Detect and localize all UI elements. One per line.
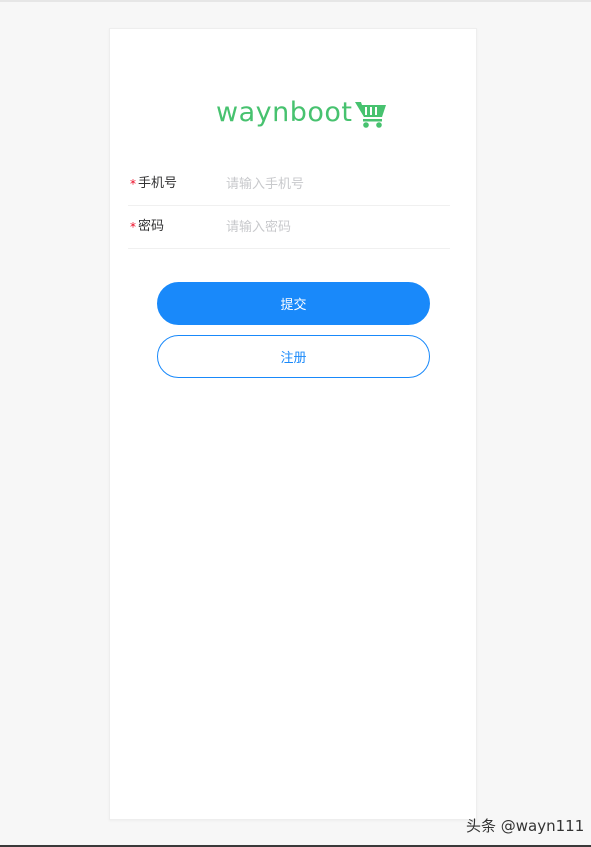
watermark-text: 头条 @wayn111 <box>466 817 585 835</box>
brand-logo-text: waynboot <box>216 97 353 128</box>
required-mark: * <box>130 220 136 234</box>
phone-label: 手机号 <box>138 176 178 191</box>
register-button[interactable]: 注册 <box>157 335 430 378</box>
top-border <box>0 0 591 2</box>
password-field: * 密码 <box>128 206 450 249</box>
phone-field: * 手机号 <box>128 163 450 206</box>
phone-input[interactable] <box>226 174 450 194</box>
password-label: 密码 <box>138 219 165 234</box>
brand-logo: waynboot <box>216 95 388 131</box>
submit-button[interactable]: 提交 <box>157 282 430 325</box>
login-card: waynboot * 手机号 * 密码 提交 注册 <box>109 28 477 820</box>
password-input[interactable] <box>226 217 450 237</box>
shopping-cart-icon <box>355 102 387 128</box>
required-mark: * <box>130 177 136 191</box>
